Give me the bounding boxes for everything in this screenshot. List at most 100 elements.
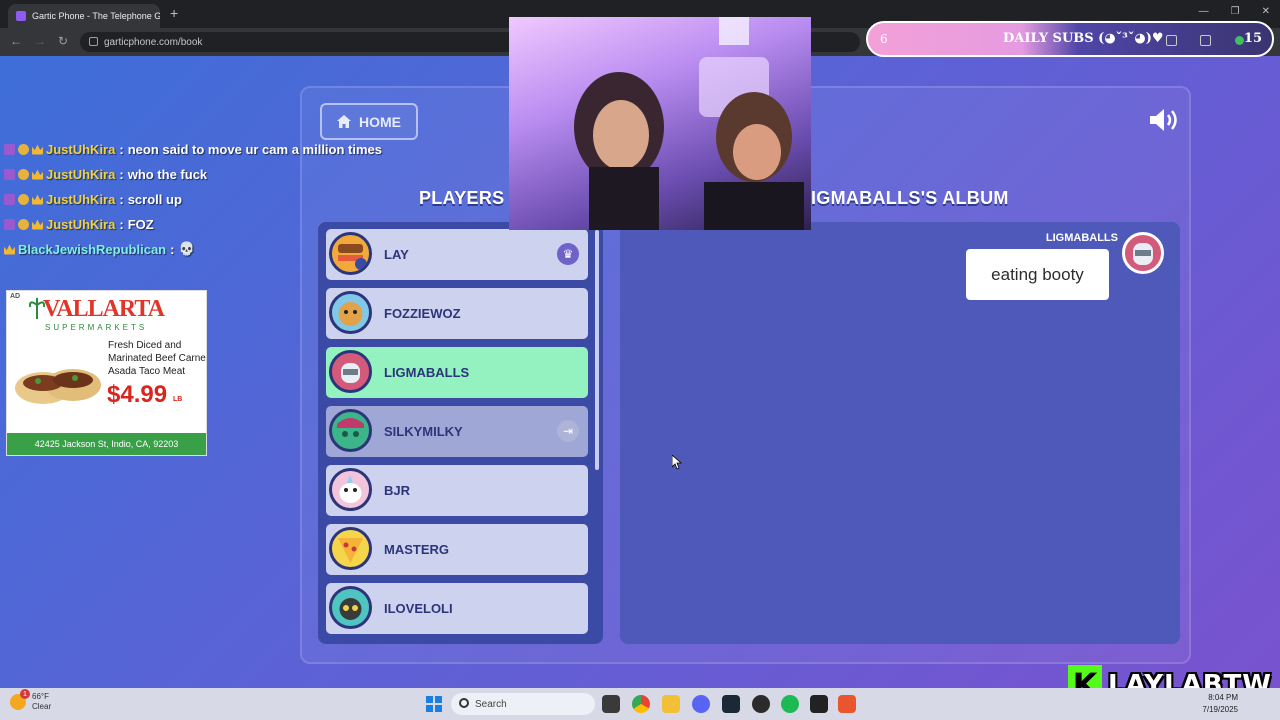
chat-message: JustUhKira : scroll up [4,190,182,208]
ad-address: 42425 Jackson St, Indio, CA, 92203 [7,433,206,455]
browser-tab[interactable]: Gartic Phone - The Telephone G ✕ [8,4,160,28]
chat-text: 💀 [178,241,195,256]
forward-arrow-icon[interactable]: → [34,34,46,48]
weather-badge: 1 [20,689,30,699]
bits-badge-icon [18,143,29,155]
home-label: HOME [359,113,401,130]
crown-badge-icon [32,144,43,155]
crown-badge-icon [32,169,43,180]
task-view-icon[interactable] [602,695,620,713]
close-window-button[interactable]: ✕ [1262,6,1270,17]
chat-message: BlackJewishRepublican : 💀 [4,240,195,258]
site-info-icon[interactable] [89,37,98,46]
ad-tag: AD [10,293,21,300]
mouse-cursor-icon [672,455,682,470]
chat-message: JustUhKira : neon said to move ur cam a … [4,140,382,158]
sub-badge-icon [4,193,15,205]
album-heading: IGMABALLS'S ALBUM [811,188,1009,208]
bits-badge-icon [18,168,29,180]
ad-price: $4.99 [107,381,168,408]
avatar [329,527,372,570]
chat-username: BlackJewishRepublican [18,241,167,257]
avatar [329,350,372,393]
crown-badge-icon [4,244,15,255]
album-text-bubble: eating booty [966,249,1109,300]
maximize-button[interactable]: ❐ [1231,6,1240,17]
ad-description: Fresh Diced and Marinated Beef Carne Asa… [108,340,206,377]
steam-icon[interactable] [722,695,740,713]
obs-icon[interactable] [752,695,770,713]
ad-brand-sub: SUPERMARKETS [45,323,148,332]
player-row-fozziewoz[interactable]: FOZZIEWOZ [326,288,588,339]
subs-label: DAILY SUBS (◕ˇ³ˇ◕)♥ [1003,31,1164,46]
taskbar-clock[interactable]: 8:04 PM 7/19/2025 [1202,692,1238,716]
bits-badge-icon [18,193,29,205]
new-tab-button[interactable]: + [170,5,178,21]
gartic-favicon-icon [16,11,26,21]
chat-text: who the fuck [127,166,208,182]
search-icon [459,698,469,708]
app-icon[interactable] [838,695,856,713]
avatar [329,586,372,629]
minimize-button[interactable]: — [1199,6,1209,17]
avatar [329,291,372,334]
spotify-icon[interactable] [781,695,799,713]
chat-message: JustUhKira : FOZ [4,215,154,233]
chat-text: FOZ [127,216,154,232]
subs-count: 6 [880,32,888,46]
home-button[interactable]: HOME [320,103,418,140]
chat-text: scroll up [127,191,182,207]
chat-username: JustUhKira [46,141,116,157]
windows-taskbar: 1 66°F Clear Search 8:04 PM 7/19/2025 [0,688,1280,720]
player-name: ILOVELOLI [384,601,453,616]
file-explorer-icon[interactable] [662,695,680,713]
player-name: LAY [384,247,409,262]
chat-username: JustUhKira [46,216,116,232]
player-name: FOZZIEWOZ [384,306,461,321]
taskbar-search[interactable]: Search [451,693,595,715]
weather-widget[interactable]: 1 66°F Clear [10,689,52,712]
ad-unit: LB [173,396,183,403]
subs-goal: 15 [1243,31,1262,46]
chrome-icon[interactable] [632,695,650,713]
sub-badge-icon [4,143,15,155]
window-controls: — ❐ ✕ [1199,6,1270,17]
player-row-silkymilky[interactable]: SILKYMILKY ⇥ [326,406,588,457]
clock-date: 7/19/2025 [1202,705,1238,714]
player-row-masterg[interactable]: MASTERG [326,524,588,575]
player-row-iloveloli[interactable]: ILOVELOLI [326,583,588,634]
side-panel-icon[interactable] [1200,35,1211,46]
reload-icon[interactable]: ↻ [58,34,68,48]
player-row-lay[interactable]: LAY ♛ [326,229,588,280]
players-scrollbar[interactable] [595,230,599,470]
avatar [329,409,372,452]
discord-icon[interactable] [692,695,710,713]
back-arrow-icon[interactable]: ← [10,34,22,48]
player-name: SILKYMILKY [384,424,463,439]
sub-badge-icon [4,218,15,230]
player-row-bjr[interactable]: BJR [326,465,588,516]
chat-message: JustUhKira : who the fuck [4,165,207,183]
avatar [329,468,372,511]
windows-start-icon[interactable] [425,695,443,713]
crown-badge-icon [32,219,43,230]
crown-badge-icon [32,194,43,205]
home-icon [337,115,351,128]
daily-subs-overlay: 6 DAILY SUBS (◕ˇ³ˇ◕)♥ 15 [866,21,1274,57]
avatar [329,232,372,275]
speaker-icon[interactable] [1148,107,1182,133]
player-row-ligmaballs[interactable]: LIGMABALLS [326,347,588,398]
webcam-overlay [509,17,811,230]
extensions-icon[interactable] [1166,35,1177,46]
crown-icon: ♛ [557,243,579,265]
status-dot-icon [1235,36,1244,45]
weather-condition: Clear [32,702,52,711]
album-author-avatar [1122,232,1164,274]
exit-door-icon: ⇥ [557,420,579,442]
bits-badge-icon [18,218,29,230]
tacos-image [15,369,101,404]
app-icon[interactable] [810,695,828,713]
vallarta-ad[interactable]: AD VALLARTA SUPERMARKETS Fresh Diced and… [6,290,207,456]
player-name: BJR [384,483,411,498]
chat-text: neon said to move ur cam a million times [127,141,382,157]
